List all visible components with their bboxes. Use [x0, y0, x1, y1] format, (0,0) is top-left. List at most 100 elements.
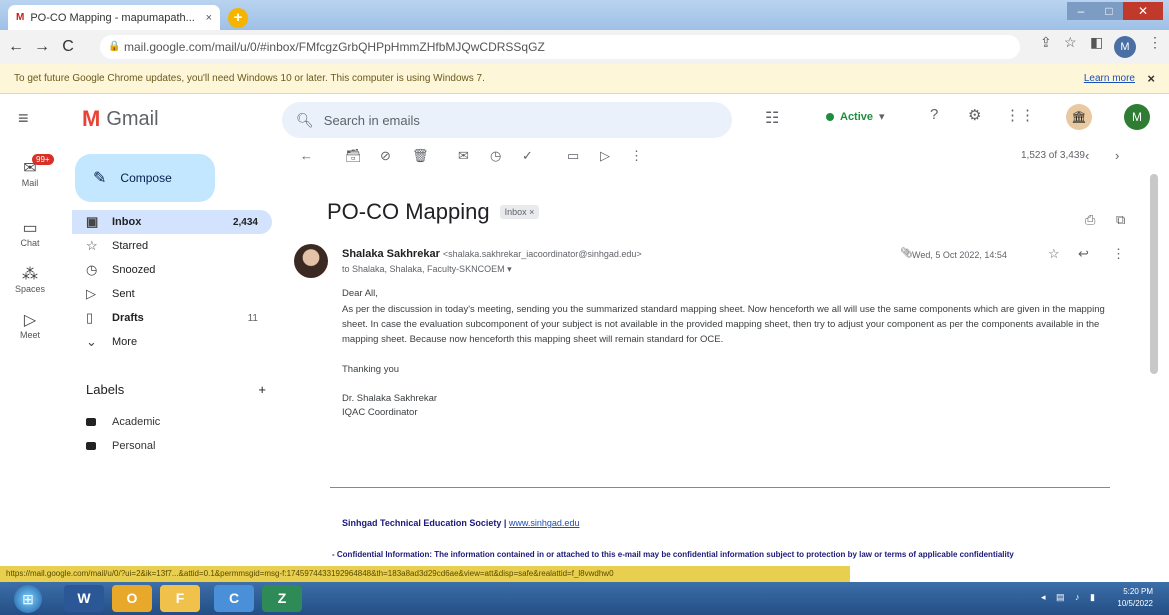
- back-to-inbox-icon[interactable]: ←: [300, 148, 313, 163]
- nav-drafts[interactable]: ▯ Drafts 11: [72, 306, 272, 330]
- label-academic[interactable]: Academic: [86, 416, 160, 428]
- reply-icon[interactable]: ↩: [1078, 246, 1089, 262]
- nav-more[interactable]: ⌄ More: [72, 330, 272, 354]
- taskbar-chrome[interactable]: O: [112, 585, 152, 612]
- report-spam-icon[interactable]: ⊘: [380, 148, 391, 164]
- pager-count: 1,523 of 3,439: [1021, 150, 1085, 161]
- account-avatar[interactable]: M: [1124, 104, 1150, 130]
- help-icon[interactable]: ?: [930, 106, 938, 123]
- mark-unread-icon[interactable]: ✉: [458, 148, 469, 164]
- newer-icon[interactable]: ‹: [1085, 148, 1089, 163]
- start-button[interactable]: ⊞: [14, 585, 42, 613]
- compose-button[interactable]: ✎ Compose: [75, 154, 215, 202]
- add-label-icon[interactable]: +: [258, 382, 266, 397]
- clock-icon: ◷: [86, 262, 98, 277]
- email-subject: PO-CO Mapping Inbox ×: [327, 199, 540, 225]
- print-icon[interactable]: ⎙: [1085, 212, 1095, 228]
- drafts-count: 11: [247, 312, 258, 324]
- delete-icon[interactable]: 🗑︎: [412, 148, 429, 164]
- nav-drafts-label: Drafts: [112, 312, 144, 324]
- spaces-icon: ⁂: [22, 266, 38, 283]
- society-separator: |: [501, 518, 509, 528]
- older-icon[interactable]: ›: [1115, 148, 1119, 163]
- rail-meet[interactable]: ▷ Meet: [0, 310, 60, 340]
- email-more-icon[interactable]: ⋮: [1112, 246, 1125, 262]
- signature-name: Dr. Shalaka Sakhrekar: [342, 393, 438, 404]
- settings-gear-icon[interactable]: ⚙: [968, 106, 981, 124]
- maximize-button[interactable]: □: [1095, 2, 1123, 20]
- taskbar-chrome-active[interactable]: C: [214, 585, 254, 612]
- browser-menu-icon[interactable]: ⋮: [1148, 34, 1162, 51]
- search-input[interactable]: Search in emails: [324, 113, 420, 128]
- scrollbar[interactable]: [1150, 174, 1158, 374]
- chevron-down-icon: ▾: [879, 111, 885, 123]
- gmail-logo[interactable]: M Gmail: [82, 106, 159, 132]
- new-tab-button[interactable]: +: [228, 8, 248, 28]
- forward-button[interactable]: →: [32, 38, 52, 56]
- taskbar-word[interactable]: W: [64, 585, 104, 612]
- signature-role: IQAC Coordinator: [342, 407, 418, 418]
- browser-tab[interactable]: M PO-CO Mapping - mapumapath... ×: [8, 5, 220, 30]
- tab-close-icon[interactable]: ×: [206, 12, 212, 24]
- taskbar-clock[interactable]: 5:20 PM 10/5/2022: [1117, 586, 1153, 610]
- rail-chat[interactable]: ▭ Chat: [0, 218, 60, 248]
- inbox-label-chip[interactable]: Inbox ×: [499, 205, 540, 219]
- recipients[interactable]: to Shalaka, Shalaka, Faculty-SKNCOEM ▾: [342, 264, 512, 275]
- labels-heading: Labels +: [86, 382, 266, 397]
- taskbar-explorer[interactable]: F: [160, 585, 200, 612]
- nav-sent[interactable]: ▷ Sent: [72, 282, 272, 306]
- nav-starred[interactable]: ☆ Starred: [72, 234, 272, 258]
- label-personal[interactable]: Personal: [86, 440, 155, 452]
- star-email-icon[interactable]: ☆: [1048, 246, 1060, 262]
- update-infobar: To get future Google Chrome updates, you…: [0, 64, 1169, 94]
- system-tray-icons[interactable]: ◂ ▤ ♪ ▮: [1041, 592, 1099, 603]
- open-new-window-icon[interactable]: ⧉: [1116, 212, 1125, 228]
- draft-icon: ▯: [86, 310, 94, 325]
- status-label: Active: [840, 110, 874, 123]
- tab-title: PO-CO Mapping - mapumapath...: [30, 11, 195, 24]
- sidebar-icon[interactable]: ◧: [1090, 34, 1103, 51]
- rail-mail[interactable]: ✉ 99+ Mail: [0, 154, 60, 188]
- society-link[interactable]: www.sinhgad.edu: [509, 518, 580, 528]
- back-button[interactable]: ←: [6, 38, 26, 56]
- email-body: As per the discussion in today's meeting…: [342, 304, 1105, 345]
- main-menu-icon[interactable]: ≡: [18, 108, 29, 129]
- status-url-bar: https://mail.google.com/mail/u/0/?ui=2&i…: [0, 566, 850, 582]
- share-icon[interactable]: ⇪: [1040, 34, 1052, 51]
- address-bar[interactable]: 🔒 mail.google.com/mail/u/0/#inbox/FMfcgz…: [100, 35, 1020, 59]
- inbox-icon: ▣: [86, 214, 99, 229]
- search-icon: 🔍︎: [296, 111, 314, 128]
- send-icon: ▷: [86, 286, 96, 301]
- reload-button[interactable]: C: [58, 38, 78, 56]
- rail-chat-label: Chat: [20, 238, 40, 248]
- nav-inbox[interactable]: ▣ Inbox 2,434: [72, 210, 272, 234]
- archive-icon[interactable]: 🗃︎: [345, 148, 362, 164]
- move-to-icon[interactable]: ▭: [567, 148, 579, 164]
- close-window-button[interactable]: ✕: [1123, 2, 1163, 20]
- nav-snoozed[interactable]: ◷ Snoozed: [72, 258, 272, 282]
- label-icon[interactable]: ▷: [600, 148, 610, 164]
- apps-grid-icon[interactable]: ⋮⋮: [1005, 106, 1035, 124]
- society-name: Sinhgad Technical Education Society: [342, 518, 502, 528]
- taskbar-excel[interactable]: Z: [262, 585, 302, 612]
- compose-label: Compose: [120, 171, 172, 185]
- minimize-button[interactable]: –: [1067, 2, 1095, 20]
- gmail-favicon-icon: M: [16, 12, 25, 23]
- label-personal-text: Personal: [112, 440, 156, 452]
- more-options-icon[interactable]: ⋮: [630, 148, 643, 164]
- infobar-close-icon[interactable]: ×: [1147, 64, 1155, 94]
- bookmark-star-icon[interactable]: ☆: [1064, 34, 1077, 51]
- learn-more-link[interactable]: Learn more: [1084, 64, 1135, 94]
- add-task-icon[interactable]: ✓: [522, 148, 533, 164]
- nav-starred-label: Starred: [112, 240, 149, 252]
- gmail-app: ≡ ✉ 99+ Mail ▭ Chat ⁂ Spaces ▷ Meet M Gm…: [0, 94, 1169, 582]
- search-bar[interactable]: 🔍︎ Search in emails: [282, 102, 732, 138]
- snooze-icon[interactable]: ◷: [490, 148, 501, 164]
- search-options-icon[interactable]: ☷: [765, 108, 779, 128]
- status-selector[interactable]: Active ▾: [826, 110, 885, 123]
- sender-name: Shalaka Sakhrekar: [342, 248, 440, 260]
- profile-avatar[interactable]: M: [1114, 36, 1136, 58]
- rail-spaces[interactable]: ⁂ Spaces: [0, 264, 60, 294]
- email-date: Wed, 5 Oct 2022, 14:54: [912, 250, 1007, 260]
- society-footer: Sinhgad Technical Education Society | ww…: [342, 518, 579, 528]
